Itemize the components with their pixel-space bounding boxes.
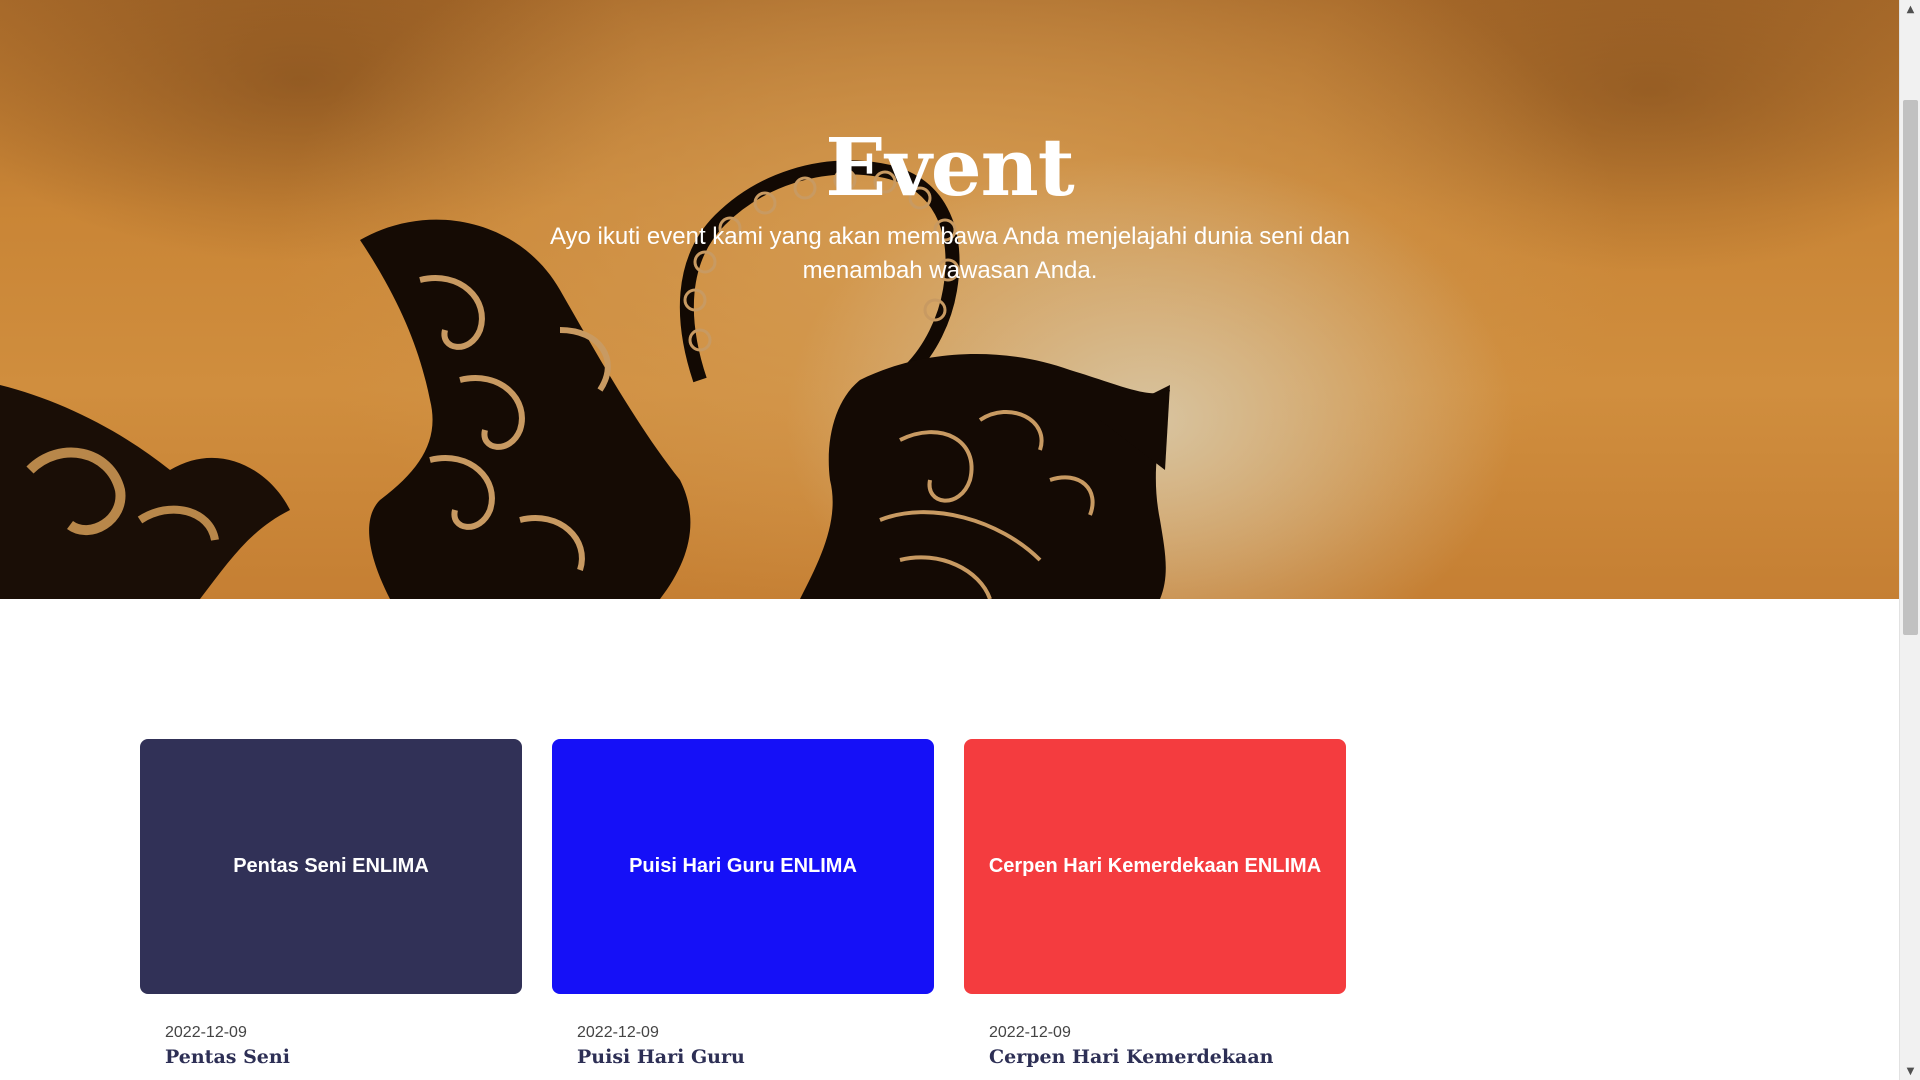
chevron-down-icon[interactable]: ▼	[1900, 1062, 1920, 1080]
chevron-up-icon[interactable]: ▲	[1900, 0, 1920, 18]
event-title-link[interactable]: Cerpen Hari Kemerdekaan	[989, 1046, 1346, 1068]
event-title-link[interactable]: Pentas Seni	[165, 1046, 522, 1068]
event-date: 2022-12-09	[165, 1024, 247, 1041]
event-thumbnail-label: Puisi Hari Guru ENLIMA	[629, 855, 857, 877]
event-card[interactable]: Pentas Seni ENLIMA 2022-12-09 Pentas Sen…	[140, 739, 522, 1068]
event-title-link[interactable]: Puisi Hari Guru	[577, 1046, 934, 1068]
event-thumbnail-label: Cerpen Hari Kemerdekaan ENLIMA	[988, 855, 1322, 877]
event-thumbnail[interactable]: Puisi Hari Guru ENLIMA	[552, 739, 934, 994]
wayang-silhouette-icon	[0, 160, 1170, 599]
scrollbar-thumb[interactable]	[1903, 100, 1918, 635]
event-date: 2022-12-09	[989, 1024, 1071, 1041]
event-meta: 2022-12-09 Puisi Hari Guru	[552, 994, 934, 1068]
page: Event Ayo ikuti event kami yang akan mem…	[0, 0, 1899, 1080]
hero-banner: Event Ayo ikuti event kami yang akan mem…	[0, 0, 1899, 599]
event-list: Pentas Seni ENLIMA 2022-12-09 Pentas Sen…	[140, 739, 1346, 1068]
hero-subtitle: Ayo ikuti event kami yang akan membawa A…	[549, 223, 1351, 284]
event-date: 2022-12-09	[577, 1024, 659, 1041]
event-thumbnail[interactable]: Cerpen Hari Kemerdekaan ENLIMA	[964, 739, 1346, 994]
event-meta: 2022-12-09 Cerpen Hari Kemerdekaan	[964, 994, 1346, 1068]
event-meta: 2022-12-09 Pentas Seni	[140, 994, 522, 1068]
vertical-scrollbar[interactable]: ▲ ▼	[1899, 0, 1920, 1080]
page-title: Event	[825, 120, 1074, 214]
event-thumbnail-label: Pentas Seni ENLIMA	[233, 855, 429, 877]
event-thumbnail[interactable]: Pentas Seni ENLIMA	[140, 739, 522, 994]
event-card[interactable]: Cerpen Hari Kemerdekaan ENLIMA 2022-12-0…	[964, 739, 1346, 1068]
event-card[interactable]: Puisi Hari Guru ENLIMA 2022-12-09 Puisi …	[552, 739, 934, 1068]
